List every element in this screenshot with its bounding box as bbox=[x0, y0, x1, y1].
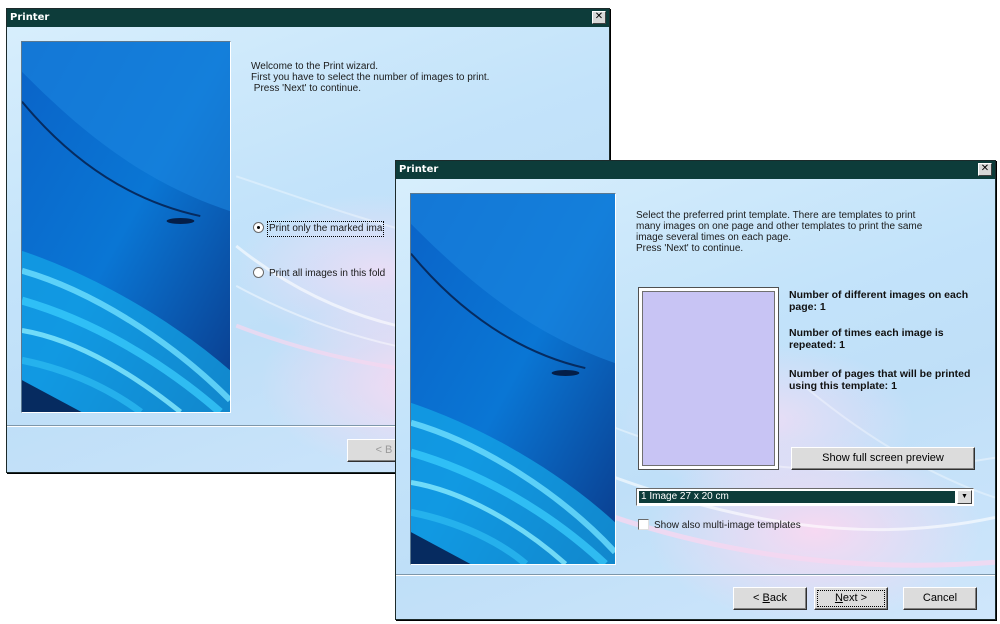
front-intro-line-4: Press 'Next' to continue. bbox=[636, 243, 744, 254]
back-intro-line-1: Welcome to the Print wizard. bbox=[251, 61, 379, 72]
info-pages-printed: Number of pages that will be printed usi… bbox=[789, 368, 971, 392]
front-window-close-icon[interactable]: ✕ bbox=[978, 163, 992, 176]
template-select-value: 1 Image 27 x 20 cm bbox=[639, 491, 955, 503]
front-intro-line-3: image several times on each page. bbox=[636, 232, 792, 243]
front-footer-divider bbox=[396, 574, 995, 576]
front-window-client: Select the preferred print template. The… bbox=[396, 179, 995, 619]
template-preview bbox=[638, 287, 779, 470]
info-times-repeated: Number of times each image is repeated: … bbox=[789, 327, 944, 351]
front-window-title: Printer bbox=[399, 164, 439, 175]
back-intro-line-2: First you have to select the number of i… bbox=[251, 72, 490, 83]
back-button[interactable]: < Back bbox=[733, 587, 807, 610]
back-window-title: Printer bbox=[10, 12, 50, 23]
print-marked-label[interactable]: Print only the marked ima bbox=[266, 221, 385, 237]
info-different-images: Number of different images on each page:… bbox=[789, 289, 969, 313]
back-wizard-picture bbox=[21, 41, 231, 413]
print-all-label[interactable]: Print all images in this fold bbox=[269, 268, 385, 280]
multi-image-label[interactable]: Show also multi-image templates bbox=[654, 520, 801, 532]
cancel-button[interactable]: Cancel bbox=[903, 587, 977, 610]
back-intro-line-3: Press 'Next' to continue. bbox=[251, 83, 361, 94]
back-window-close-icon[interactable]: ✕ bbox=[592, 11, 606, 24]
chevron-down-icon[interactable]: ▼ bbox=[957, 490, 972, 504]
next-button-rest: ext > bbox=[842, 592, 868, 604]
multi-image-checkbox[interactable] bbox=[638, 519, 649, 530]
template-preview-page bbox=[642, 291, 775, 466]
back-window-titlebar[interactable]: Printer bbox=[7, 9, 609, 27]
front-intro-line-1: Select the preferred print template. The… bbox=[636, 210, 916, 221]
front-printer-window: Printer ✕ Select the preferred print tem… bbox=[395, 160, 996, 620]
print-all-radio[interactable] bbox=[253, 267, 264, 278]
front-wizard-picture bbox=[410, 193, 616, 565]
back-button-prefix: < bbox=[753, 592, 763, 604]
template-select[interactable]: 1 Image 27 x 20 cm ▼ bbox=[636, 488, 974, 506]
front-intro-line-2: many images on one page and other templa… bbox=[636, 221, 923, 232]
back-button-accel: B bbox=[762, 592, 770, 604]
back-button-rest: ack bbox=[769, 592, 787, 604]
print-marked-radio[interactable] bbox=[253, 222, 264, 233]
next-button-accel: N bbox=[834, 592, 843, 604]
show-full-screen-preview-button[interactable]: Show full screen preview bbox=[791, 447, 975, 470]
next-button[interactable]: Next > bbox=[814, 587, 888, 610]
front-window-titlebar[interactable]: Printer bbox=[396, 161, 995, 179]
